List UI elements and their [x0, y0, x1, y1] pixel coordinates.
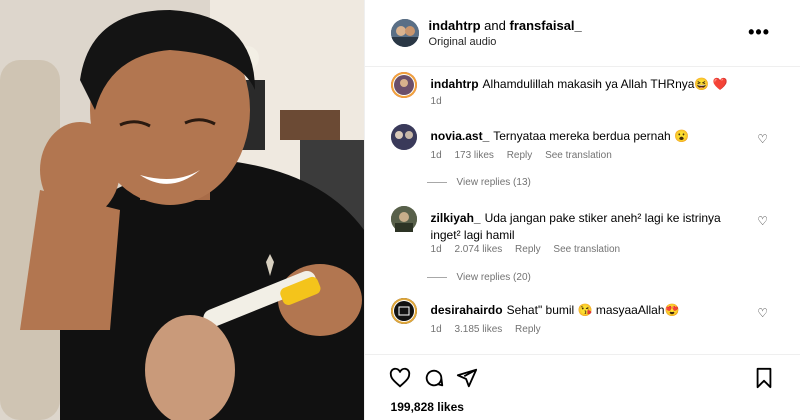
reply-button[interactable]: Reply [515, 324, 541, 335]
comment-like-icon[interactable]: ♡ [757, 214, 768, 228]
replies-divider [426, 181, 447, 183]
view-replies-button[interactable]: View replies (20) [426, 272, 531, 283]
comment-icon[interactable] [423, 367, 445, 394]
post-video-frame[interactable] [0, 0, 364, 420]
view-replies-label: View replies (20) [456, 272, 531, 283]
comment-time: 1d [430, 244, 442, 255]
comment: desirahairdo Sehat" bumil 😘 masyaaAllah😍 … [390, 298, 774, 342]
comment-meta: 1d 173 likes Reply See translation [431, 150, 622, 161]
more-options-icon[interactable]: ••• [748, 22, 770, 43]
caption: indahtrp Alhamdulillah makasih ya Allah T… [390, 72, 774, 112]
avatar-image [390, 124, 417, 150]
comment-meta: 1d 3.185 likes Reply [431, 324, 551, 335]
comment: novia.ast_ Ternyataa mereka berdua pernah… [390, 124, 774, 194]
comment-text: desirahairdo Sehat" bumil 😘 masyaaAllah😍 [431, 302, 746, 319]
comment-icon-glyph [425, 369, 443, 387]
bookmark-icon-glyph [756, 367, 772, 389]
post-side-panel: indahtrp and fransfaisal_ Original audio… [363, 0, 800, 420]
view-replies-label: View replies (13) [456, 177, 531, 188]
header-user2[interactable]: fransfaisal_ [510, 18, 582, 33]
caption-text: indahtrp Alhamdulillah makasih ya Allah T… [431, 76, 746, 93]
avatar-image [390, 206, 417, 232]
see-translation-button[interactable]: See translation [553, 244, 620, 255]
reply-button[interactable]: Reply [507, 150, 533, 161]
comment-text: zilkiyah_ Uda jangan pake stiker aneh² la… [431, 210, 746, 244]
caption-meta: 1d [431, 96, 452, 107]
photo-illustration [0, 0, 364, 420]
comment-username[interactable]: novia.ast_ [431, 129, 490, 143]
comment-text: novia.ast_ Ternyataa mereka berdua pernah… [431, 128, 746, 145]
comment-username[interactable]: zilkiyah_ [431, 211, 481, 225]
comment-avatar[interactable] [390, 298, 417, 324]
reply-button[interactable]: Reply [515, 244, 541, 255]
caption-avatar[interactable] [390, 72, 417, 98]
avatar-image [390, 19, 419, 47]
comment-like-icon[interactable]: ♡ [757, 306, 768, 320]
replies-divider [426, 276, 447, 278]
caption-body: Alhamdulillah makasih ya Allah THRnya😆 ❤… [482, 77, 728, 91]
post-likes-count[interactable]: 199,828 likes [391, 400, 464, 414]
view-replies-button[interactable]: View replies (13) [426, 177, 531, 188]
share-icon-glyph [456, 368, 477, 388]
heart-icon-glyph [389, 367, 410, 388]
post-header: indahtrp and fransfaisal_ Original audio… [364, 0, 800, 67]
caption-username[interactable]: indahtrp [431, 77, 479, 91]
comment-meta: 1d 2.074 likes Reply See translation [431, 244, 631, 255]
comment-avatar[interactable] [390, 206, 417, 232]
action-bar [364, 354, 800, 395]
comment: zilkiyah_ Uda jangan pake stiker aneh² la… [390, 206, 774, 292]
comment-likes[interactable]: 173 likes [454, 150, 493, 161]
comment-likes[interactable]: 2.074 likes [454, 244, 502, 255]
comment-likes[interactable]: 3.185 likes [454, 324, 502, 335]
comment-like-icon[interactable]: ♡ [757, 132, 768, 146]
share-icon[interactable] [456, 367, 478, 394]
avatar-image [390, 72, 417, 98]
bookmark-icon[interactable] [754, 367, 774, 394]
header-user1[interactable]: indahtrp [429, 18, 481, 33]
comment-time: 1d [430, 150, 442, 161]
header-avatar[interactable] [390, 19, 419, 47]
comment-avatar[interactable] [390, 124, 417, 150]
header-usernames: indahtrp and fransfaisal_ [429, 18, 582, 33]
comment-body: Ternyataa mereka berdua pernah 😮 [493, 129, 689, 143]
audio-label[interactable]: Original audio [429, 36, 497, 48]
caption-time: 1d [430, 96, 442, 107]
header-joiner: and [484, 18, 506, 33]
heart-icon[interactable] [389, 367, 411, 394]
avatar-image [390, 298, 417, 324]
comment-body: Sehat" bumil 😘 masyaaAllah😍 [506, 303, 680, 317]
comment-time: 1d [430, 324, 442, 335]
comment-username[interactable]: desirahairdo [431, 303, 503, 317]
see-translation-button[interactable]: See translation [545, 150, 612, 161]
